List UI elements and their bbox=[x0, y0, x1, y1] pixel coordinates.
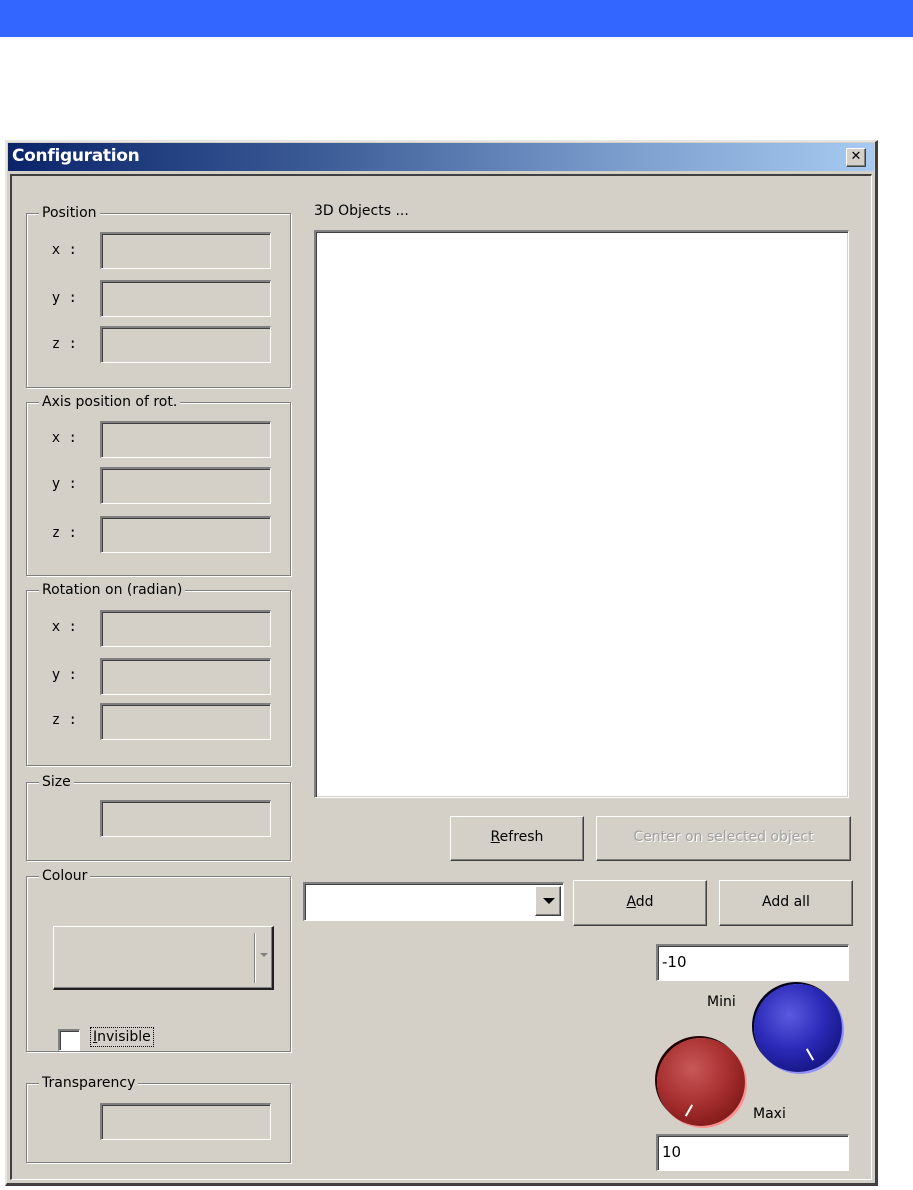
size-input[interactable] bbox=[100, 800, 271, 837]
axis-rotation-z-input[interactable] bbox=[100, 516, 271, 553]
close-icon: ✕ bbox=[850, 149, 862, 164]
size-group: Size bbox=[26, 773, 291, 861]
colour-dropdown-separator bbox=[254, 933, 256, 983]
chevron-down-icon[interactable] bbox=[260, 953, 268, 957]
transparency-input[interactable] bbox=[100, 1103, 271, 1140]
configuration-window: Configuration ✕ Position x : y : z : Axi… bbox=[5, 140, 878, 1186]
axis-rotation-x-input[interactable] bbox=[100, 421, 271, 458]
rotation-y-input[interactable] bbox=[100, 658, 271, 695]
axis-rotation-group: Axis position of rot. x : y : z : bbox=[26, 393, 291, 576]
position-x-input[interactable] bbox=[100, 232, 271, 269]
add-all-button[interactable]: Add all bbox=[719, 880, 853, 926]
objects-list-title: 3D Objects ... bbox=[314, 203, 409, 219]
window-client-area: Position x : y : z : Axis position of ro… bbox=[10, 174, 872, 1180]
close-button[interactable]: ✕ bbox=[846, 148, 866, 167]
add-button[interactable]: Add bbox=[573, 880, 707, 926]
axis-rotation-y-input[interactable] bbox=[100, 467, 271, 504]
max-knob[interactable] bbox=[657, 1038, 745, 1126]
min-value-input[interactable]: -10 bbox=[656, 944, 849, 981]
min-knob-indicator bbox=[805, 1048, 815, 1061]
refresh-button[interactable]: Refresh bbox=[450, 816, 584, 861]
refresh-label-rest: efresh bbox=[499, 829, 544, 845]
size-group-label: Size bbox=[39, 773, 74, 791]
invisible-label[interactable]: Invisible bbox=[90, 1027, 154, 1047]
colour-dropdown[interactable] bbox=[53, 926, 274, 990]
add-accel: A bbox=[626, 894, 636, 910]
invisible-checkbox[interactable] bbox=[58, 1029, 80, 1051]
rotation-z-input[interactable] bbox=[100, 703, 271, 740]
transparency-group: Transparency bbox=[26, 1074, 291, 1163]
mini-label: Mini bbox=[707, 994, 736, 1010]
maxi-label: Maxi bbox=[753, 1106, 786, 1122]
min-knob[interactable] bbox=[754, 984, 842, 1072]
chevron-down-icon[interactable] bbox=[535, 886, 561, 916]
position-y-label: y : bbox=[51, 290, 77, 306]
position-group: Position x : y : z : bbox=[26, 204, 291, 388]
max-knob-indicator bbox=[684, 1104, 694, 1117]
position-y-input[interactable] bbox=[100, 280, 271, 317]
window-title: Configuration bbox=[12, 146, 140, 166]
rotation-y-label: y : bbox=[51, 667, 77, 683]
title-bar[interactable]: Configuration ✕ bbox=[8, 143, 874, 171]
axis-rotation-y-label: y : bbox=[51, 476, 77, 492]
axis-rotation-z-label: z : bbox=[51, 525, 77, 541]
invisible-label-rest: nvisible bbox=[97, 1029, 151, 1045]
rotation-x-input[interactable] bbox=[100, 610, 271, 647]
axis-rotation-group-label: Axis position of rot. bbox=[39, 393, 181, 411]
rotation-group: Rotation on (radian) x : y : z : bbox=[26, 581, 291, 766]
position-z-input[interactable] bbox=[100, 326, 271, 363]
colour-group-label: Colour bbox=[39, 867, 91, 885]
axis-rotation-x-label: x : bbox=[51, 430, 77, 446]
add-label-rest: dd bbox=[635, 894, 654, 910]
rotation-x-label: x : bbox=[51, 619, 77, 635]
max-value-input[interactable]: 10 bbox=[656, 1134, 849, 1171]
rotation-group-label: Rotation on (radian) bbox=[39, 581, 186, 599]
position-z-label: z : bbox=[51, 336, 77, 352]
objects-listbox[interactable] bbox=[314, 230, 849, 798]
center-on-selected-button[interactable]: Center on selected object bbox=[596, 816, 851, 861]
position-x-label: x : bbox=[51, 242, 77, 258]
object-type-dropdown[interactable] bbox=[303, 882, 564, 921]
transparency-group-label: Transparency bbox=[39, 1074, 139, 1092]
refresh-accel: R bbox=[490, 829, 500, 845]
top-blue-bar bbox=[0, 0, 913, 37]
rotation-z-label: z : bbox=[51, 712, 77, 728]
position-group-label: Position bbox=[39, 204, 100, 222]
